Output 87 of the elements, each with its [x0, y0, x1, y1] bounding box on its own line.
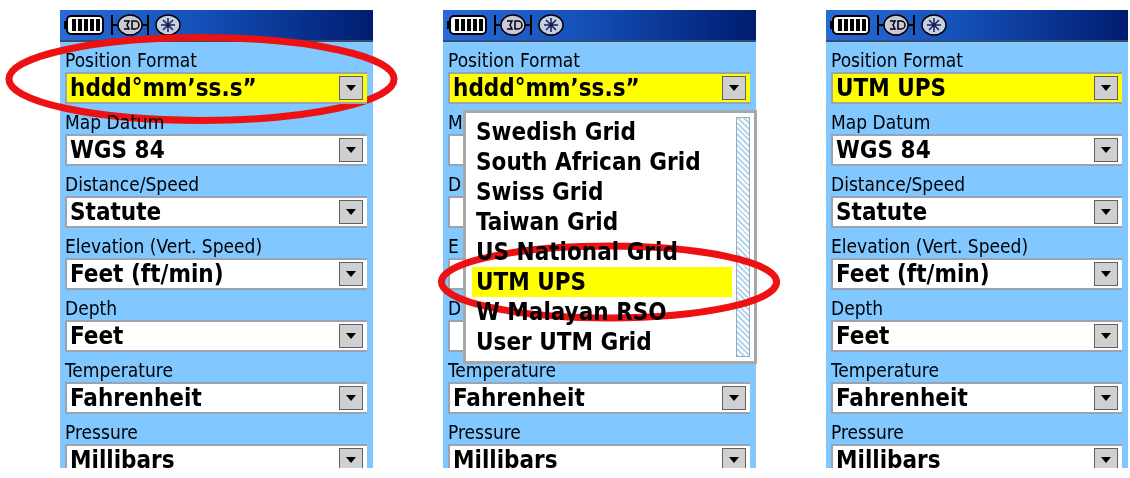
- dropdown-arrow-icon: [346, 147, 356, 153]
- dropdown-arrow-icon: [729, 395, 739, 401]
- field-label: Pressure: [65, 420, 138, 444]
- dropdown-field[interactable]: Millibars: [448, 444, 750, 468]
- dropdown-arrow-button[interactable]: [339, 386, 363, 410]
- dropdown-arrow-button[interactable]: [722, 386, 746, 410]
- dropdown-arrow-icon: [346, 209, 356, 215]
- dropdown-arrow-button[interactable]: [339, 76, 363, 100]
- dropdown-arrow-icon: [1101, 209, 1111, 215]
- dropdown-arrow-icon: [346, 333, 356, 339]
- dropdown-arrow-button[interactable]: [1094, 262, 1118, 286]
- field-label: Distance/Speed: [65, 172, 200, 196]
- dropdown-arrow-button[interactable]: [339, 448, 363, 468]
- dropdown-field[interactable]: Millibars: [831, 444, 1122, 468]
- dropdown-arrow-button[interactable]: [722, 448, 746, 468]
- dropdown-arrow-icon: [729, 457, 739, 463]
- dropdown-field[interactable]: hddd°mm’ss.s”: [448, 72, 750, 104]
- gps-3d-icon: [110, 13, 150, 37]
- dropdown-arrow-button[interactable]: [339, 262, 363, 286]
- dropdown-field[interactable]: Feet: [831, 320, 1122, 352]
- compass-icon: [920, 13, 948, 37]
- compass-icon: [154, 13, 182, 37]
- field-label: Pressure: [448, 420, 521, 444]
- dropdown-option[interactable]: UTM UPS: [472, 267, 732, 297]
- dropdown-field[interactable]: Millibars: [65, 444, 367, 468]
- field-label: M: [448, 110, 463, 134]
- dropdown-arrow-icon: [346, 271, 356, 277]
- battery-icon: [64, 14, 106, 36]
- field-label: Distance/Speed: [831, 172, 966, 196]
- field-label: Elevation (Vert. Speed): [831, 234, 1029, 258]
- dropdown-option[interactable]: South African Grid: [472, 147, 732, 177]
- dropdown-field[interactable]: Feet (ft/min): [65, 258, 367, 290]
- dropdown-option[interactable]: Swedish Grid: [472, 117, 732, 147]
- field-label: Elevation (Vert. Speed): [65, 234, 263, 258]
- dropdown-arrow-icon: [1101, 457, 1111, 463]
- field-label: E: [448, 234, 459, 258]
- dropdown-arrow-icon: [1101, 271, 1111, 277]
- dropdown-option[interactable]: Swiss Grid: [472, 177, 732, 207]
- scrollbar[interactable]: [736, 117, 750, 357]
- dropdown-option[interactable]: Taiwan Grid: [472, 207, 732, 237]
- dropdown-arrow-icon: [346, 395, 356, 401]
- dropdown-field[interactable]: Fahrenheit: [448, 382, 750, 414]
- dropdown-arrow-icon: [1101, 395, 1111, 401]
- field-label: Depth: [65, 296, 118, 320]
- dropdown-arrow-icon: [1101, 147, 1111, 153]
- battery-icon: [830, 14, 872, 36]
- dropdown-arrow-button[interactable]: [1094, 200, 1118, 224]
- dropdown-arrow-button[interactable]: [1094, 448, 1118, 468]
- dropdown-arrow-icon: [346, 85, 356, 91]
- dropdown-arrow-button[interactable]: [339, 324, 363, 348]
- field-label: Temperature: [831, 358, 939, 382]
- field-label: Position Format: [65, 48, 198, 72]
- dropdown-field[interactable]: Statute: [831, 196, 1122, 228]
- field-label: Map Datum: [831, 110, 931, 134]
- dropdown-arrow-icon: [1101, 85, 1111, 91]
- dropdown-arrow-icon: [729, 85, 739, 91]
- field-label: D: [448, 296, 462, 320]
- dropdown-arrow-button[interactable]: [339, 138, 363, 162]
- field-label: Position Format: [831, 48, 964, 72]
- dropdown-arrow-button[interactable]: [1094, 138, 1118, 162]
- dropdown-arrow-icon: [1101, 333, 1111, 339]
- dropdown-field[interactable]: hddd°mm’ss.s”: [65, 72, 367, 104]
- field-label: Position Format: [448, 48, 581, 72]
- field-label: Depth: [831, 296, 884, 320]
- dropdown-field[interactable]: UTM UPS: [831, 72, 1122, 104]
- dropdown-arrow-button[interactable]: [1094, 386, 1118, 410]
- dropdown-option[interactable]: User UTM Grid: [472, 327, 732, 357]
- compass-icon: [537, 13, 565, 37]
- dropdown-field[interactable]: Feet: [65, 320, 367, 352]
- dropdown-field[interactable]: Feet (ft/min): [831, 258, 1122, 290]
- gps-3d-icon: [493, 13, 533, 37]
- dropdown-arrow-button[interactable]: [1094, 324, 1118, 348]
- dropdown-field[interactable]: WGS 84: [65, 134, 367, 166]
- dropdown-arrow-button[interactable]: [1094, 76, 1118, 100]
- field-label: Temperature: [448, 358, 556, 382]
- dropdown-arrow-icon: [346, 457, 356, 463]
- field-label: Pressure: [831, 420, 904, 444]
- dropdown-field[interactable]: Fahrenheit: [831, 382, 1122, 414]
- battery-icon: [447, 14, 489, 36]
- field-label: D: [448, 172, 462, 196]
- field-label: Temperature: [65, 358, 173, 382]
- dropdown-field[interactable]: WGS 84: [831, 134, 1122, 166]
- dropdown-arrow-button[interactable]: [722, 76, 746, 100]
- dropdown-field[interactable]: Statute: [65, 196, 367, 228]
- gps-3d-icon: [876, 13, 916, 37]
- dropdown-arrow-button[interactable]: [339, 200, 363, 224]
- dropdown-field[interactable]: Fahrenheit: [65, 382, 367, 414]
